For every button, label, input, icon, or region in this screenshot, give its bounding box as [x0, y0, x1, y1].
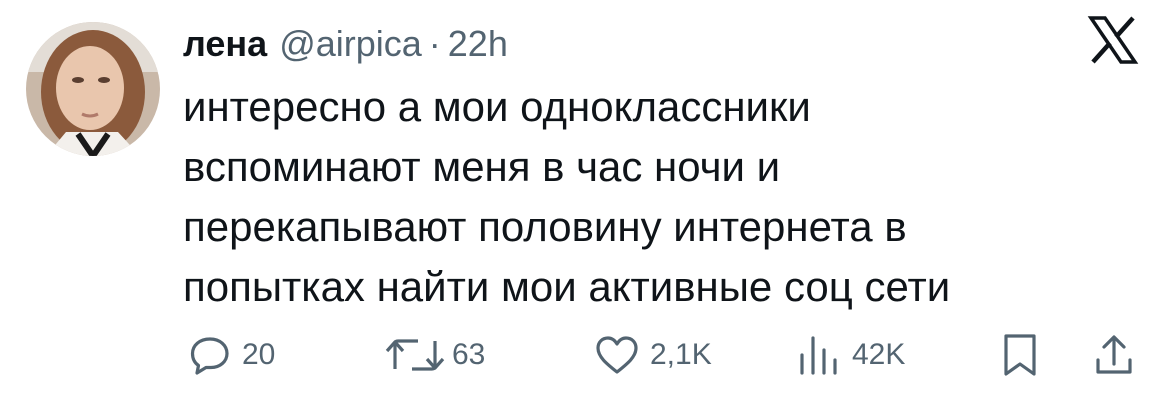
- tweet-text-line: попытках найти мои активные соц сети: [183, 263, 951, 310]
- tweet-text-line: перекапывают половину интернета в: [183, 203, 907, 250]
- share-button[interactable]: [1092, 330, 1136, 380]
- tweet-text-line: вспоминают меня в час ночи и: [183, 143, 781, 190]
- repost-button[interactable]: 63: [384, 330, 485, 380]
- tweet-text: интересно а мои одноклассники вспоминают…: [183, 77, 1083, 317]
- repost-arrows-icon: [384, 333, 446, 377]
- avatar[interactable]: [26, 22, 160, 156]
- like-button[interactable]: 2,1K: [594, 330, 712, 380]
- x-logo-icon: [1087, 14, 1139, 66]
- reply-button[interactable]: 20: [188, 330, 275, 380]
- speech-bubble-icon: [188, 333, 232, 377]
- share-upload-icon: [1092, 332, 1136, 378]
- tweet-header: лена @airpica · 22h: [183, 20, 508, 68]
- bookmark-icon: [1000, 332, 1040, 378]
- views-button[interactable]: 42K: [796, 330, 905, 380]
- like-count: 2,1K: [650, 338, 712, 371]
- repost-count: 63: [452, 338, 486, 371]
- bar-chart-icon: [796, 333, 840, 377]
- tweet-time[interactable]: 22h: [448, 20, 508, 68]
- bookmark-button[interactable]: [1000, 330, 1040, 380]
- reply-count: 20: [242, 338, 276, 371]
- views-count: 42K: [852, 338, 906, 371]
- action-bar: 20 63 2,1K 42K: [0, 330, 1170, 380]
- separator-dot: ·: [428, 23, 441, 64]
- tweet-text-line: интересно а мои одноклассники: [183, 83, 811, 130]
- author-handle[interactable]: @airpica: [279, 20, 422, 68]
- author-name[interactable]: лена: [183, 20, 267, 68]
- heart-icon: [594, 333, 640, 377]
